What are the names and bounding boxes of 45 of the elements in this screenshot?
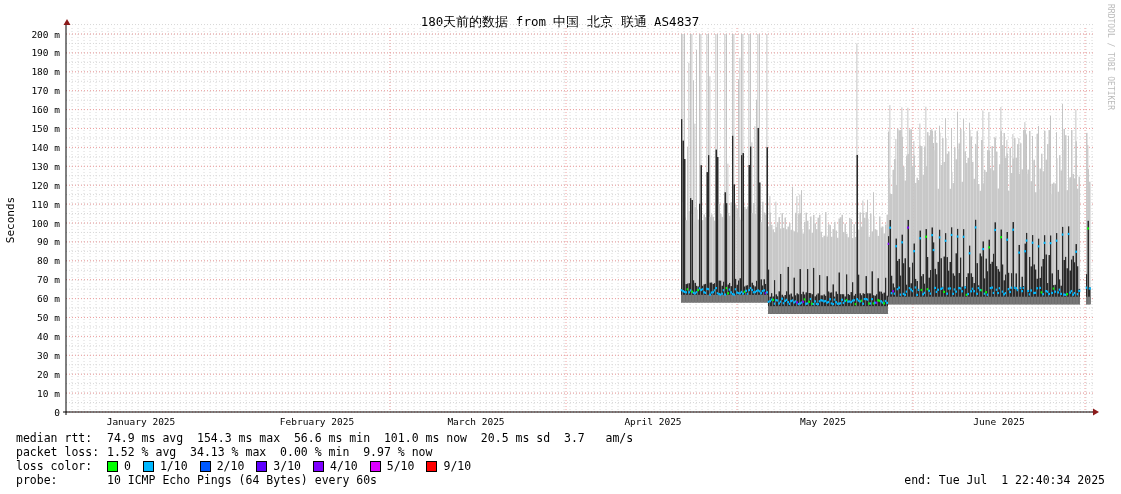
- stat-values: 1.52 % avg 34.13 % max 0.00 % min 9.97 % now: [107, 445, 433, 459]
- y-axis-label: Seconds: [4, 196, 17, 244]
- y-tick-label: 50 m: [37, 312, 60, 323]
- loss-color-text: 1/10: [159, 459, 188, 473]
- loss-color-text: 5/10: [386, 459, 415, 473]
- y-tick-label: 10 m: [37, 387, 60, 399]
- y-tick-label: 150 m: [31, 123, 60, 134]
- y-tick-label: 120 m: [31, 179, 60, 191]
- y-tick-label: 0: [54, 406, 60, 418]
- y-tick-label: 140 m: [31, 141, 60, 153]
- y-tick-label: 20 m: [37, 368, 60, 380]
- x-tick-label: January 2025: [106, 416, 176, 427]
- loss-color-text: 0: [124, 459, 131, 473]
- y-tick-label: 60 m: [37, 293, 60, 305]
- y-tick-label: 160 m: [31, 104, 60, 116]
- y-tick-label: 90 m: [37, 236, 60, 248]
- loss-color-text: 3/10: [273, 459, 302, 473]
- loss-color-text: 2/10: [216, 459, 245, 473]
- x-tick-label: May 2025: [800, 416, 846, 427]
- stat-label: median rtt:: [16, 431, 94, 445]
- y-tick-label: 70 m: [37, 274, 60, 286]
- stat-values: 74.9 ms avg 154.3 ms max 56.6 ms min 101.0 ms now 20.5 ms sd 3.7 am/s: [107, 431, 634, 445]
- y-tick-label: 40 m: [37, 330, 60, 342]
- probe-text: 10 ICMP Echo Pings (64 Bytes) every 60s: [107, 473, 378, 487]
- y-tick-label: 190 m: [31, 47, 60, 59]
- loss-color-text: 9/10: [443, 459, 472, 473]
- x-tick-label: April 2025: [624, 416, 682, 427]
- probe-label: probe:: [16, 473, 59, 487]
- y-tick-label: 180 m: [31, 66, 60, 78]
- stat-label: packet loss:: [16, 445, 101, 459]
- y-tick-label: 170 m: [31, 85, 60, 97]
- y-tick-label: 100 m: [31, 217, 60, 229]
- y-tick-label: 30 m: [37, 349, 60, 361]
- rrdtool-credit: RRDTOOL / TOBI OETIKER: [1106, 4, 1115, 110]
- x-tick-label: March 2025: [447, 416, 505, 427]
- loss-color-text: 4/10: [330, 459, 358, 473]
- y-tick-label: 200 m: [31, 28, 60, 40]
- x-tick-label: June 2025: [973, 416, 1025, 427]
- y-tick-label: 110 m: [31, 198, 60, 210]
- x-tick-label: February 2025: [279, 416, 355, 427]
- loss-color-label: loss color:: [16, 459, 94, 473]
- y-tick-label: 130 m: [31, 160, 60, 172]
- end-time: end: Tue Jul 1 22:40:34 2025: [904, 473, 1105, 487]
- y-tick-label: 80 m: [37, 255, 60, 267]
- graph-title: 180天前的数据 from 中国 北京 联通 AS4837: [420, 14, 700, 29]
